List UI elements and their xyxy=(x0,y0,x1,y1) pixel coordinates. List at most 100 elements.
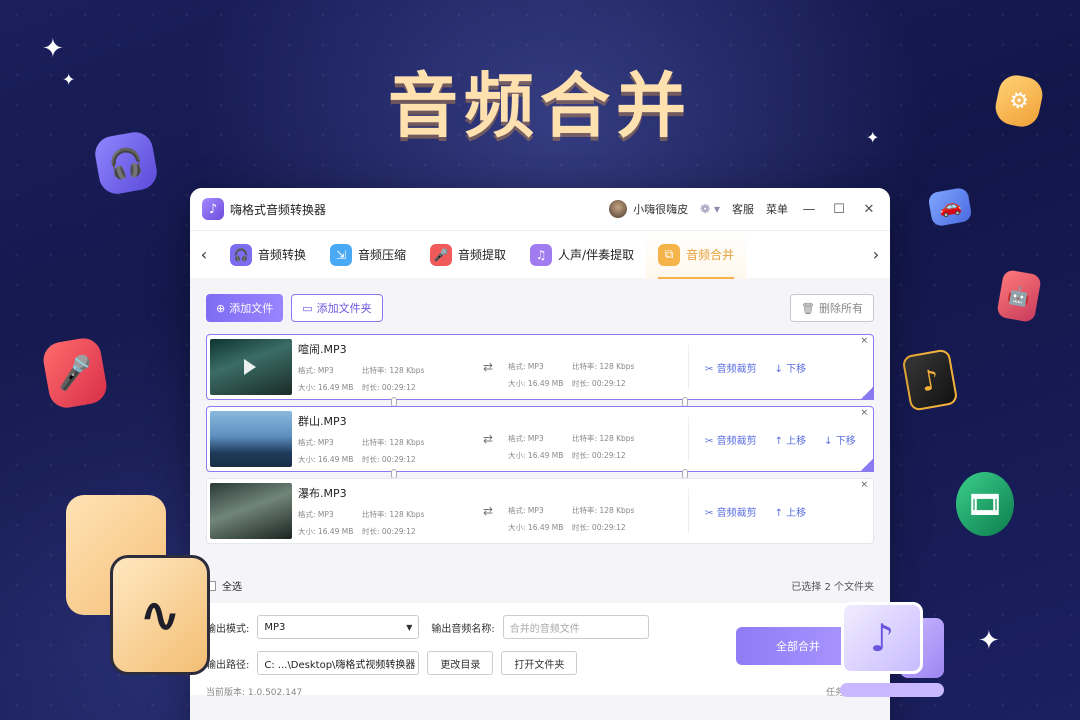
select-all-row: 全选 已选择 2 个文件夹 xyxy=(206,578,874,593)
size-value: 16.49 MB xyxy=(317,455,354,464)
support-link[interactable]: 客服 xyxy=(732,201,754,217)
bitrate-label: 比特率: xyxy=(362,438,388,447)
select-all-label[interactable]: 全选 xyxy=(222,578,242,593)
file-name: 喧闹.MP3 xyxy=(298,343,347,356)
trim-button[interactable]: ✂ 音频裁剪 xyxy=(705,504,757,519)
close-button[interactable]: ✕ xyxy=(860,202,878,217)
trim-button[interactable]: ✂ 音频裁剪 xyxy=(705,360,757,375)
output-mode-select[interactable]: MP3 ▼ xyxy=(257,615,420,639)
tab-scroll-left-button[interactable]: ‹ xyxy=(190,245,218,264)
format-value: MP3 xyxy=(527,362,544,371)
format-label: 格式: xyxy=(508,362,526,371)
remove-file-button[interactable]: × xyxy=(860,336,868,346)
change-directory-button[interactable]: 更改目录 xyxy=(427,651,494,675)
user-avatar[interactable] xyxy=(609,200,628,218)
move-down-button[interactable]: ↓ 下移 xyxy=(824,432,856,447)
move-up-label: 上移 xyxy=(786,507,807,519)
duration-value: 00:29:12 xyxy=(381,383,416,392)
vip-dropdown-icon[interactable]: ❁ ▾ xyxy=(700,202,720,216)
waveform-icon: ∿ xyxy=(110,555,210,675)
arrow-down-icon: ↓ xyxy=(774,363,783,375)
tab-label: 音频压缩 xyxy=(358,248,407,262)
size-label: 大小: xyxy=(298,455,316,464)
divider xyxy=(688,489,689,533)
trim-label: 音频裁剪 xyxy=(716,507,757,519)
open-folder-button[interactable]: 打开文件夹 xyxy=(501,651,578,675)
trim-button[interactable]: ✂ 音频裁剪 xyxy=(705,432,757,447)
add-folder-button[interactable]: ▭ 添加文件夹 xyxy=(291,294,383,322)
maximize-button[interactable]: ☐ xyxy=(830,202,848,217)
duration-label: 时长: xyxy=(572,451,590,460)
scissors-icon: ✂ xyxy=(705,507,714,519)
checkmark-icon[interactable] xyxy=(860,386,874,400)
checkmark-icon[interactable] xyxy=(860,458,874,472)
version-text: 当前版本: 1.0.502.147 xyxy=(206,688,303,698)
file-row[interactable]: 瀑布.MP3 格式: MP3 比特率: 128 Kbps 大小: 16.49 M… xyxy=(206,478,874,544)
move-down-label: 下移 xyxy=(786,363,807,375)
microphone-icon: 🎤 xyxy=(430,243,453,266)
move-up-label: 上移 xyxy=(786,435,807,447)
output-name-input[interactable]: 合并的音频文件 xyxy=(502,615,649,639)
headphone-icon: 🎧 xyxy=(230,243,252,266)
tab-audio-convert[interactable]: 🎧 音频转换 xyxy=(218,231,318,279)
duration-value: 00:29:12 xyxy=(381,455,416,464)
tab-audio-merge[interactable]: ⧉ 音频合并 xyxy=(646,230,747,279)
output-mode-label: 输出模式: xyxy=(206,623,250,635)
bitrate-value: 128 Kbps xyxy=(599,506,635,515)
title-bar: ♪ 嗨格式音频转换器 小嗨很嗨皮 ❁ ▾ 客服 菜单 — ☐ ✕ xyxy=(190,188,890,230)
delete-all-label: 删除所有 xyxy=(819,302,863,315)
trim-label: 音频裁剪 xyxy=(716,435,757,447)
bitrate-value: 128 Kbps xyxy=(389,438,425,447)
add-file-button[interactable]: ⊕ 添加文件 xyxy=(206,294,284,322)
video-thumbnail[interactable] xyxy=(210,339,292,395)
play-icon[interactable] xyxy=(244,359,256,375)
convert-arrow-icon: ⇄ xyxy=(482,432,494,446)
format-value: MP3 xyxy=(527,506,544,515)
remove-file-button[interactable]: × xyxy=(860,480,868,490)
file-row[interactable]: 群山.MP3 格式: MP3 比特率: 128 Kbps 大小: 16.49 M… xyxy=(206,406,874,472)
minimize-button[interactable]: — xyxy=(800,202,818,217)
format-value: MP3 xyxy=(317,366,334,375)
trim-label: 音频裁剪 xyxy=(716,363,757,375)
move-down-label: 下移 xyxy=(835,435,856,447)
size-label: 大小: xyxy=(508,451,526,460)
video-thumbnail[interactable] xyxy=(210,411,292,467)
app-window: ♪ 嗨格式音频转换器 小嗨很嗨皮 ❁ ▾ 客服 菜单 — ☐ ✕ ‹ 🎧 音频转… xyxy=(190,188,890,720)
duration-value: 00:29:12 xyxy=(591,379,626,388)
monitor-base-decoration xyxy=(840,683,944,697)
tab-bar: ‹ 🎧 音频转换 ⇲ 音频压缩 🎤 音频提取 ♫ 人声/伴奏提取 ⧉ 音频合并 … xyxy=(190,230,890,279)
menu-link[interactable]: 菜单 xyxy=(766,201,788,217)
format-value: MP3 xyxy=(317,510,334,519)
duration-value: 00:29:12 xyxy=(591,523,626,532)
tab-scroll-right-button[interactable]: › xyxy=(862,245,890,264)
sparkle-icon: ✦ xyxy=(978,626,1000,656)
video-thumbnail[interactable] xyxy=(210,483,292,539)
merge-icon: ⧉ xyxy=(658,243,681,266)
plus-icon: ⊕ xyxy=(216,301,226,315)
size-label: 大小: xyxy=(508,379,526,388)
app-logo-icon: ♪ xyxy=(202,198,224,220)
move-up-button[interactable]: ↑ 上移 xyxy=(775,504,807,519)
output-mode-value: MP3 xyxy=(264,621,286,633)
output-path-label: 输出路径: xyxy=(206,659,250,671)
convert-arrow-icon: ⇄ xyxy=(482,360,494,374)
format-value: MP3 xyxy=(527,434,544,443)
delete-all-button[interactable]: 🗑 删除所有 xyxy=(790,294,874,322)
folder-icon: ▭ xyxy=(302,301,313,315)
tab-vocal-extract[interactable]: ♫ 人声/伴奏提取 xyxy=(518,231,646,279)
size-value: 16.49 MB xyxy=(527,451,564,460)
file-row[interactable]: 喧闹.MP3 格式: MP3 比特率: 128 Kbps 大小: 16.49 M… xyxy=(206,334,874,400)
move-down-button[interactable]: ↓ 下移 xyxy=(775,360,807,375)
move-up-button[interactable]: ↑ 上移 xyxy=(775,432,807,447)
size-value: 16.49 MB xyxy=(527,379,564,388)
output-name-label: 输出音频名称: xyxy=(431,623,495,635)
arrow-up-icon: ↑ xyxy=(774,435,783,447)
duration-label: 时长: xyxy=(362,383,380,392)
merge-all-button[interactable]: 全部合并 xyxy=(736,627,856,665)
remove-file-button[interactable]: × xyxy=(860,408,868,418)
format-label: 格式: xyxy=(508,434,526,443)
output-path-field[interactable]: C: ...\Desktop\嗨格式视频转换器 xyxy=(257,651,420,675)
tab-audio-compress[interactable]: ⇲ 音频压缩 xyxy=(318,231,418,279)
user-name[interactable]: 小嗨很嗨皮 xyxy=(633,201,688,217)
tab-audio-extract[interactable]: 🎤 音频提取 xyxy=(418,231,518,279)
